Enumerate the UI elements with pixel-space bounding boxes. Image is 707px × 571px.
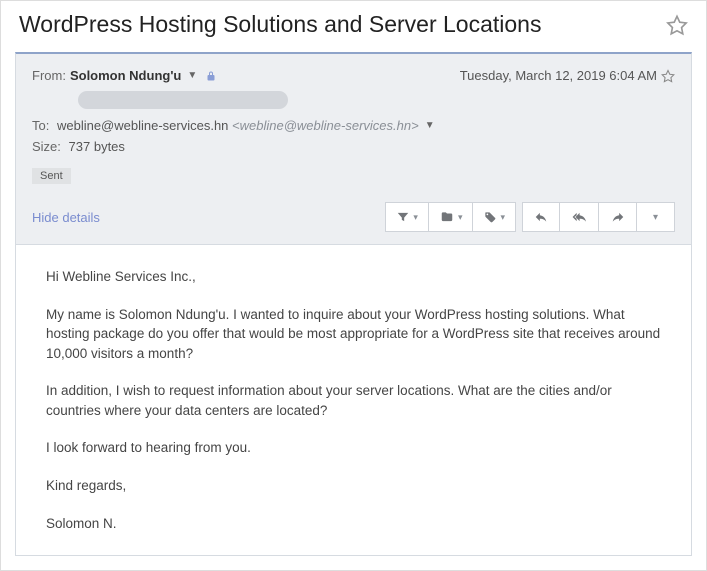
email-body: Hi Webline Services Inc., My name is Sol…	[15, 245, 692, 556]
forward-button[interactable]	[599, 202, 637, 232]
chevron-down-icon[interactable]: ▼	[425, 120, 435, 131]
size-row: Size: 737 bytes	[32, 139, 675, 154]
from-label: From:	[32, 68, 66, 83]
email-window: WordPress Hosting Solutions and Server L…	[0, 0, 707, 571]
body-paragraph: Solomon N.	[46, 514, 669, 534]
btn-group-respond: ▾	[522, 202, 675, 232]
chevron-down-icon: ▾	[458, 212, 463, 223]
reply-button[interactable]	[522, 202, 560, 232]
reply-all-button[interactable]	[560, 202, 599, 232]
chevron-down-icon: ▾	[653, 212, 658, 223]
lock-icon	[205, 70, 217, 82]
recipient-raw: <webline@webline-services.hn>	[232, 118, 419, 133]
body-paragraph: In addition, I wish to request informati…	[46, 381, 669, 420]
to-label: To:	[32, 118, 49, 133]
tag-button[interactable]: ▾	[473, 202, 516, 232]
star-small-icon[interactable]	[661, 69, 675, 83]
size-value: 737 bytes	[69, 139, 125, 154]
btn-group-organize: ▾ ▾ ▾	[385, 202, 516, 232]
move-to-folder-button[interactable]: ▾	[429, 202, 474, 232]
body-paragraph: I look forward to hearing from you.	[46, 438, 669, 458]
title-bar: WordPress Hosting Solutions and Server L…	[1, 1, 706, 52]
recipient-display[interactable]: webline@webline-services.hn	[57, 118, 228, 133]
chevron-down-icon: ▾	[413, 212, 418, 223]
body-paragraph: Kind regards,	[46, 476, 669, 496]
email-header-panel: From: Solomon Ndung'u ▼ Tuesday, March 1…	[15, 52, 692, 245]
body-paragraph: Hi Webline Services Inc.,	[46, 267, 669, 287]
chevron-down-icon: ▾	[500, 212, 505, 223]
to-row: To: webline@webline-services.hn <webline…	[32, 118, 675, 133]
body-paragraph: My name is Solomon Ndung'u. I wanted to …	[46, 305, 669, 364]
email-subject: WordPress Hosting Solutions and Server L…	[19, 11, 541, 38]
chevron-down-icon[interactable]: ▼	[187, 70, 197, 81]
more-actions-button[interactable]: ▾	[637, 202, 675, 232]
action-toolbar: ▾ ▾ ▾	[385, 202, 675, 232]
size-label: Size:	[32, 139, 61, 154]
star-icon[interactable]	[666, 14, 688, 36]
sent-chip: Sent	[32, 168, 71, 184]
details-row: Hide details ▾ ▾ ▾	[32, 202, 675, 232]
hide-details-link[interactable]: Hide details	[32, 210, 100, 225]
date-text: Tuesday, March 12, 2019 6:04 AM	[460, 68, 657, 83]
sender-name[interactable]: Solomon Ndung'u	[70, 68, 181, 83]
redacted-sender-address	[78, 91, 288, 109]
filter-button[interactable]: ▾	[385, 202, 429, 232]
sent-status: Sent	[32, 160, 675, 184]
email-date: Tuesday, March 12, 2019 6:04 AM	[460, 68, 675, 83]
